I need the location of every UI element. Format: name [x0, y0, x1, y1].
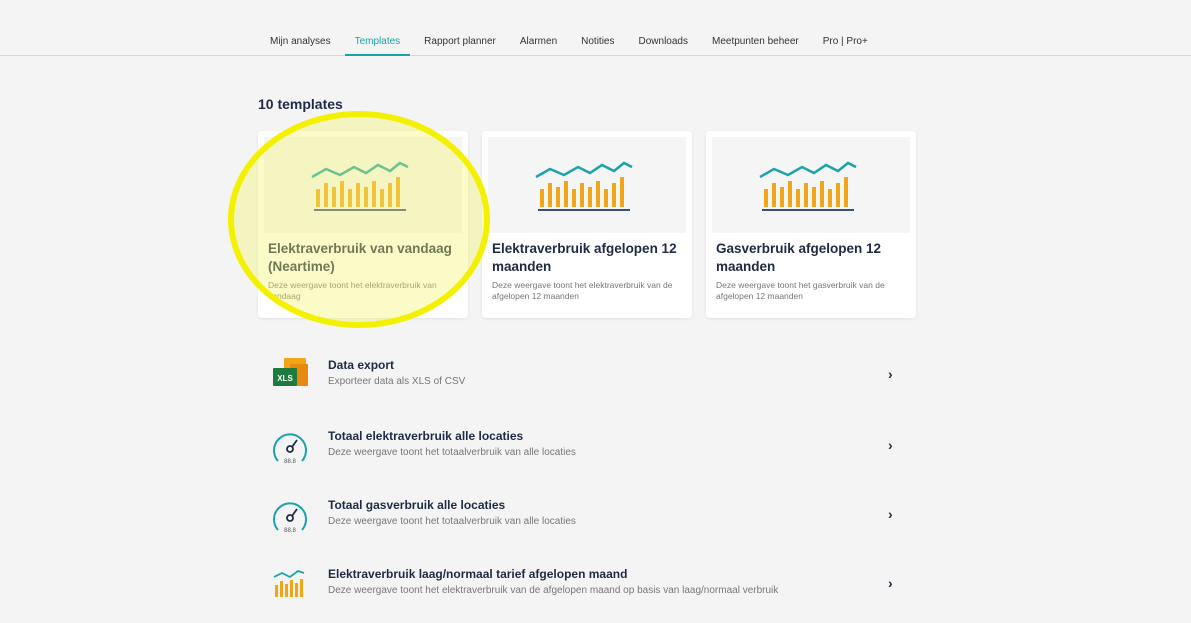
top-navigation: Mijn analyses Templates Rapport planner … — [0, 0, 1191, 56]
list-item-title: Totaal gasverbruik alle locaties — [328, 498, 506, 512]
card-title: Gasverbruik afgelopen 12 maanden — [716, 241, 882, 274]
list-item-title: Data export — [328, 358, 395, 372]
list-item-totaal-gas[interactable]: 88.8 Totaal gasverbruik alle locaties De… — [258, 498, 918, 554]
tab-mijn-analyses[interactable]: Mijn analyses — [258, 0, 343, 55]
chart-illustration-icon — [759, 161, 857, 211]
gauge-icon: 88.8 — [270, 498, 310, 538]
list-item-description: Exporteer data als XLS of CSV — [328, 376, 466, 387]
list-item-description: Deze weergave toont het elektraverbruik … — [328, 585, 779, 596]
template-card-elektra-vandaag[interactable]: Elektraverbruik van vandaag (Neartime) D… — [258, 131, 468, 318]
template-card-elektra-12-maanden[interactable]: Elektraverbruik afgelopen 12 maanden Dez… — [482, 131, 692, 318]
svg-text:88.8: 88.8 — [284, 459, 296, 465]
card-description: Deze weergave toont het elektraverbruik … — [268, 280, 437, 301]
tab-meetpunten-beheer[interactable]: Meetpunten beheer — [700, 0, 811, 55]
chevron-right-icon: › — [888, 437, 893, 453]
card-description: Deze weergave toont het elektraverbruik … — [492, 280, 673, 301]
template-thumbnail — [712, 137, 910, 233]
xls-icon: XLS — [270, 358, 310, 398]
chart-illustration-icon — [311, 161, 409, 211]
chevron-right-icon: › — [888, 506, 893, 522]
tab-notities[interactable]: Notities — [569, 0, 626, 55]
tab-pro[interactable]: Pro | Pro+ — [811, 0, 880, 55]
tab-rapport-planner[interactable]: Rapport planner — [412, 0, 508, 55]
list-item-description: Deze weergave toont het totaalverbruik v… — [328, 447, 576, 458]
list-item-title: Totaal elektraverbruik alle locaties — [328, 429, 524, 443]
list-item-data-export[interactable]: XLS Data export Exporteer data als XLS o… — [258, 358, 918, 414]
chart-illustration-icon — [535, 161, 633, 211]
list-item-laag-normaal-tarief[interactable]: Elektraverbruik laag/normaal tarief afge… — [258, 567, 918, 623]
list-item-totaal-elektra[interactable]: 88.8 Totaal elektraverbruik alle locatie… — [258, 429, 918, 485]
svg-text:XLS: XLS — [277, 374, 293, 383]
list-item-description: Deze weergave toont het totaalverbruik v… — [328, 516, 576, 527]
tab-templates[interactable]: Templates — [343, 0, 413, 56]
svg-text:88.8: 88.8 — [284, 528, 296, 534]
template-thumbnail — [488, 137, 686, 233]
template-card-gas-12-maanden[interactable]: Gasverbruik afgelopen 12 maanden Deze we… — [706, 131, 916, 318]
card-description: Deze weergave toont het gasverbruik van … — [716, 280, 885, 301]
nav-tabs: Mijn analyses Templates Rapport planner … — [258, 0, 880, 56]
chevron-right-icon: › — [888, 366, 893, 382]
list-item-title: Elektraverbruik laag/normaal tarief afge… — [328, 567, 628, 581]
chevron-right-icon: › — [888, 575, 893, 591]
tab-downloads[interactable]: Downloads — [627, 0, 700, 55]
card-title: Elektraverbruik van vandaag (Neartime) — [268, 241, 452, 274]
card-title: Elektraverbruik afgelopen 12 maanden — [492, 241, 677, 274]
gauge-icon: 88.8 — [270, 429, 310, 469]
templates-count-heading: 10 templates — [258, 96, 343, 112]
template-thumbnail — [264, 137, 462, 233]
tab-alarmen[interactable]: Alarmen — [508, 0, 569, 55]
bar-chart-icon — [270, 567, 310, 607]
